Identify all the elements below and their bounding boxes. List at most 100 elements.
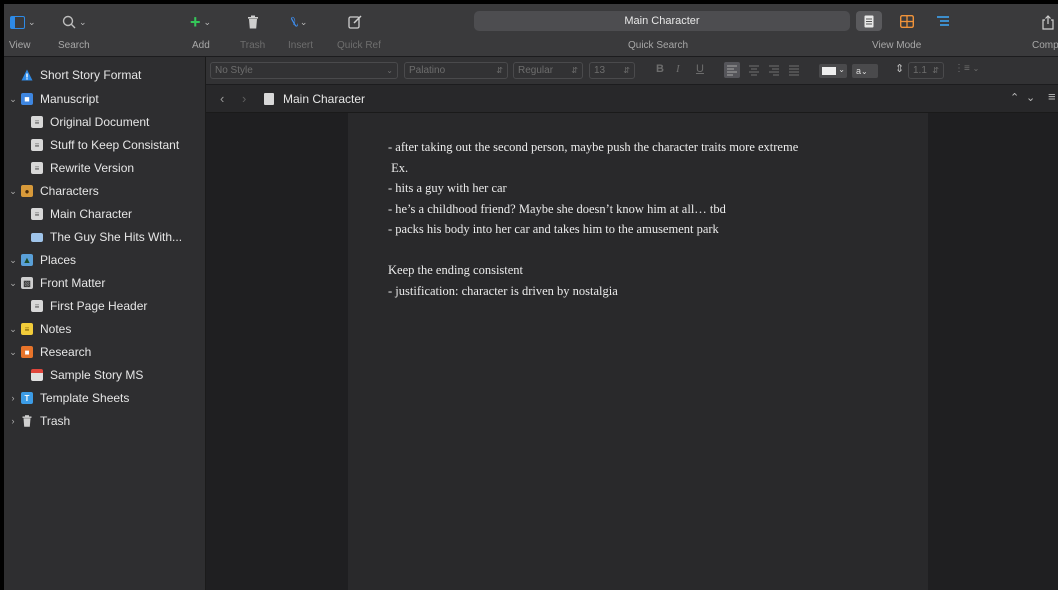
back-arrow-icon[interactable]: ‹: [220, 91, 224, 106]
line-spacing-select[interactable]: 1.1 ⇵: [908, 62, 944, 79]
add-button[interactable]: + ⌄: [190, 12, 211, 32]
binder-item-research[interactable]: ⌄ ■ Research: [4, 341, 206, 363]
binder-item-original-document[interactable]: ≡ Original Document: [4, 111, 206, 133]
disclosure-open-icon[interactable]: ⌄: [8, 255, 18, 266]
binder-item-the-guy-she-hits[interactable]: The Guy She Hits With...: [4, 226, 206, 248]
binder-item-label: First Page Header: [50, 299, 148, 313]
outline-mode-button[interactable]: [930, 11, 956, 31]
chevron-down-icon: ⌄: [203, 16, 212, 27]
binder-item-label: Trash: [40, 414, 71, 428]
quick-search-field[interactable]: Main Character: [474, 11, 850, 31]
paragraph-style-select[interactable]: No Style ⌄: [210, 62, 398, 79]
text-color-well[interactable]: ⌄: [819, 64, 847, 78]
line-spacing-value: 1.1: [913, 65, 927, 76]
document-icon: ≡: [31, 208, 43, 220]
disclosure-open-icon[interactable]: ⌄: [8, 186, 18, 197]
front-matter-folder-icon: ▧: [21, 277, 33, 289]
chevron-down-icon: ⌄: [861, 67, 868, 76]
size-value: 13: [594, 65, 606, 76]
binder-item-rewrite-version[interactable]: ≡ Rewrite Version: [4, 157, 206, 179]
binder-item-label: Places: [40, 253, 77, 267]
highlight-color-well[interactable]: a⌄: [852, 64, 878, 78]
justify-button[interactable]: [786, 62, 802, 83]
view-button[interactable]: ⌄: [10, 12, 36, 32]
bold-button[interactable]: B: [656, 63, 664, 75]
binder-item-label: Front Matter: [40, 276, 106, 290]
disclosure-open-icon[interactable]: ⌄: [8, 94, 18, 105]
font-size-select[interactable]: 13 ⇵: [589, 62, 635, 79]
binder-item-first-page-header[interactable]: ≡ First Page Header: [4, 295, 206, 317]
chevron-down-icon: ⌄: [838, 65, 845, 74]
document-view-icon: [864, 15, 874, 27]
binder-item-short-story-format[interactable]: Short Story Format: [4, 64, 206, 86]
binder-item-stuff-to-keep-consistant[interactable]: ≡ Stuff to Keep Consistant: [4, 134, 206, 156]
font-weight-select[interactable]: Regular ⇵: [513, 62, 583, 79]
corkboard-mode-button[interactable]: [894, 11, 920, 31]
previous-document-icon[interactable]: ⌃: [1010, 91, 1019, 104]
align-center-button[interactable]: [746, 62, 762, 83]
compile-button[interactable]: [1042, 12, 1054, 32]
align-right-button[interactable]: [766, 62, 782, 83]
search-button[interactable]: ⌄: [62, 12, 87, 32]
binder-item-label: Sample Story MS: [50, 368, 144, 382]
text-line: - after taking out the second person, ma…: [388, 140, 799, 154]
binder-item-notes[interactable]: ⌄ ≡ Notes: [4, 318, 206, 340]
info-icon: [21, 69, 33, 81]
next-document-icon[interactable]: ⌄: [1026, 91, 1035, 104]
split-editor-icon[interactable]: ≡: [1048, 89, 1056, 104]
disclosure-open-icon[interactable]: ⌄: [8, 347, 18, 358]
binder-sidebar: Short Story Format ⌄ ■ Manuscript ≡ Orig…: [4, 57, 206, 590]
forward-arrow-icon[interactable]: ›: [242, 91, 246, 106]
outline-icon: [937, 16, 949, 26]
binder-item-main-character[interactable]: ≡ Main Character: [4, 203, 206, 225]
italic-button[interactable]: I: [676, 63, 680, 75]
align-left-icon: [727, 65, 737, 76]
document-icon: ≡: [31, 300, 43, 312]
disclosure-closed-icon[interactable]: ›: [8, 393, 18, 403]
places-folder-icon: ▲: [21, 254, 33, 266]
binder-item-label: Short Story Format: [40, 68, 142, 82]
quick-ref-button[interactable]: [348, 12, 362, 32]
editor-title: Main Character: [283, 92, 366, 106]
binder-item-manuscript[interactable]: ⌄ ■ Manuscript: [4, 88, 206, 110]
binder-item-sample-story-ms[interactable]: Sample Story MS: [4, 364, 206, 386]
binder-item-label: The Guy She Hits With...: [50, 230, 183, 244]
chevron-down-icon: ⌄: [386, 66, 393, 75]
add-label: Add: [192, 40, 210, 51]
document-icon: ≡: [31, 116, 43, 128]
quick-search-label: Quick Search: [628, 40, 689, 51]
stepper-icon: ⇵: [496, 66, 503, 75]
compose-icon: [348, 15, 362, 29]
align-right-icon: [769, 65, 779, 76]
image-doc-icon: [31, 232, 43, 242]
notes-folder-icon: ≡: [21, 323, 33, 335]
search-label: Search: [58, 40, 90, 51]
insert-button[interactable]: ℓ ⌄: [288, 12, 307, 32]
binder-item-characters[interactable]: ⌄ ● Characters: [4, 180, 206, 202]
binder-item-label: Stuff to Keep Consistant: [50, 138, 180, 152]
binder-item-places[interactable]: ⌄ ▲ Places: [4, 249, 206, 271]
list-button[interactable]: ⋮≡ ⌄: [954, 63, 979, 74]
binder-item-label: Notes: [40, 322, 72, 336]
editor-text[interactable]: - after taking out the second person, ma…: [388, 137, 908, 301]
scrivenings-mode-button[interactable]: [856, 11, 882, 31]
disclosure-open-icon[interactable]: ⌄: [8, 278, 18, 289]
align-left-button[interactable]: [724, 62, 740, 78]
template-folder-icon: T: [21, 392, 33, 404]
trash-button[interactable]: [247, 12, 259, 32]
text-line: [388, 240, 908, 261]
disclosure-open-icon[interactable]: ⌄: [8, 324, 18, 335]
binder-item-front-matter[interactable]: ⌄ ▧ Front Matter: [4, 272, 206, 294]
document-icon: [264, 93, 274, 105]
disclosure-closed-icon[interactable]: ›: [8, 416, 18, 426]
insert-label: Insert: [288, 40, 314, 51]
pdf-doc-icon: [31, 369, 43, 381]
font-family-select[interactable]: Palatino ⇵: [404, 62, 508, 79]
underline-button[interactable]: U: [696, 63, 704, 75]
binder-item-template-sheets[interactable]: › T Template Sheets: [4, 387, 206, 409]
binder-item-label: Template Sheets: [40, 391, 130, 405]
compile-label: Comp: [1032, 40, 1058, 51]
binder-item-label: Rewrite Version: [50, 161, 135, 175]
binder-item-label: Original Document: [50, 115, 150, 129]
binder-item-trash[interactable]: › Trash: [4, 410, 206, 432]
